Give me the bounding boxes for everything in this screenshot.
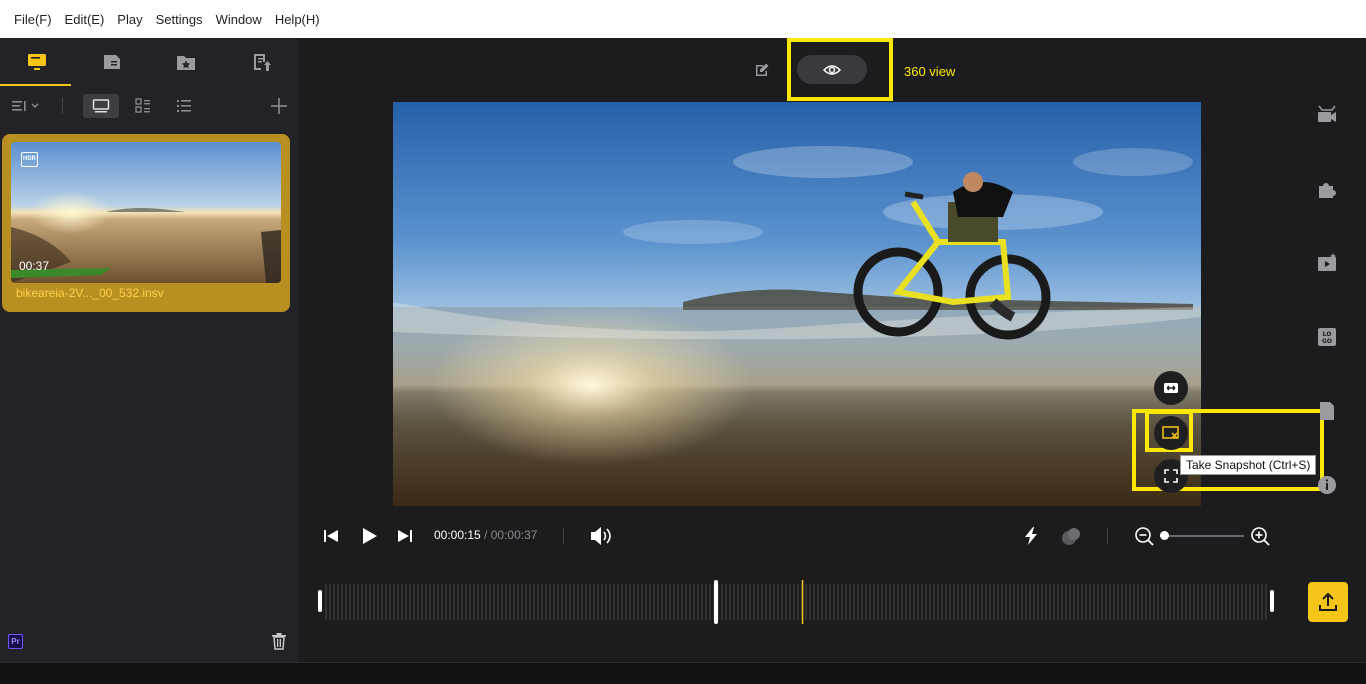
play-icon[interactable] — [360, 526, 380, 546]
next-frame-icon[interactable] — [397, 528, 413, 544]
menu-edit[interactable]: Edit(E) — [65, 12, 105, 27]
divider — [1107, 528, 1108, 544]
video-preview[interactable] — [393, 102, 1201, 506]
tab-favorites[interactable] — [149, 38, 224, 86]
timeline-waveform — [318, 580, 1274, 624]
view-mode-label: 360 view — [904, 64, 956, 79]
document-icon[interactable] — [1316, 400, 1338, 422]
fullscreen-icon — [1164, 469, 1178, 483]
timecode: 00:00:15 / 00:00:37 — [434, 528, 537, 542]
zoom-slider-handle[interactable] — [1160, 531, 1169, 540]
keyframe-icon[interactable] — [1060, 526, 1082, 546]
fit-width-button[interactable] — [1154, 371, 1188, 405]
menu-help[interactable]: Help(H) — [275, 12, 320, 27]
thumbnail-image — [11, 142, 281, 283]
media-card[interactable]: HDR 00:37 bikeareia-2V..._00_532.insv — [2, 134, 290, 312]
sort-dropdown-icon[interactable] — [12, 98, 42, 114]
take-snapshot-button[interactable] — [1154, 416, 1188, 450]
upload-icon — [1319, 592, 1337, 611]
media-thumbnail[interactable]: HDR 00:37 — [11, 142, 281, 283]
grid-view-icon[interactable] — [135, 98, 151, 114]
svg-text:LO: LO — [1323, 331, 1332, 338]
speed-icon[interactable] — [1021, 526, 1041, 546]
timeline[interactable] — [318, 580, 1276, 624]
fit-width-icon — [1164, 383, 1178, 393]
snapshot-icon — [1162, 426, 1179, 439]
library-tabs — [0, 38, 298, 86]
library-toolbar — [0, 88, 298, 124]
premiere-badge[interactable]: Pr — [8, 634, 23, 649]
divider — [62, 98, 63, 114]
camera-icon[interactable] — [1316, 104, 1338, 126]
large-thumbnail-icon — [92, 99, 110, 113]
svg-text:GO: GO — [1322, 338, 1332, 345]
add-icon[interactable] — [271, 98, 287, 114]
playhead[interactable] — [801, 580, 804, 624]
menu-file[interactable]: File(F) — [14, 12, 52, 27]
edit-icon[interactable] — [754, 62, 770, 78]
favorites-folder-icon — [177, 56, 196, 70]
trash-icon[interactable] — [270, 632, 288, 650]
media-duration: 00:37 — [19, 259, 50, 273]
monitor-icon — [28, 54, 47, 70]
list-view-icon[interactable] — [176, 98, 192, 114]
divider — [563, 528, 564, 544]
view-mode-toggle[interactable] — [797, 55, 867, 84]
zoom-out-icon[interactable] — [1134, 526, 1154, 546]
zoom-in-icon[interactable] — [1250, 526, 1270, 546]
view-large-thumbnail-button[interactable] — [83, 94, 119, 118]
hdr-badge: HDR — [21, 152, 38, 167]
eye-icon — [823, 64, 841, 75]
export-button[interactable] — [1308, 582, 1348, 622]
time-separator: / — [480, 528, 491, 542]
logo-icon[interactable]: LO GO — [1316, 326, 1338, 348]
previous-frame-icon[interactable] — [323, 528, 339, 544]
timeline-marker[interactable] — [714, 580, 718, 624]
info-icon[interactable] — [1316, 474, 1338, 496]
ai-video-icon[interactable] — [1316, 252, 1338, 274]
snapshot-tooltip: Take Snapshot (Ctrl+S) — [1180, 455, 1317, 475]
current-time: 00:00:15 — [434, 528, 481, 542]
status-bar — [0, 662, 1366, 684]
trim-end-handle[interactable] — [1270, 590, 1274, 612]
menu-play[interactable]: Play — [117, 12, 142, 27]
menu-settings[interactable]: Settings — [156, 12, 203, 27]
media-icon — [103, 55, 120, 69]
plugin-icon[interactable] — [1316, 178, 1338, 200]
menu-window[interactable]: Window — [216, 12, 262, 27]
volume-icon[interactable] — [589, 525, 613, 547]
total-time: 00:00:37 — [490, 528, 538, 542]
export-list-icon — [253, 54, 271, 71]
media-library-panel: HDR 00:37 bikeareia-2V..._00_532.insv Pr — [0, 38, 298, 662]
tab-export-list[interactable] — [224, 38, 299, 86]
trim-start-handle[interactable] — [318, 590, 322, 612]
media-filename: bikeareia-2V..._00_532.insv — [16, 286, 164, 300]
tab-media[interactable] — [75, 38, 150, 86]
video-frame — [393, 102, 1201, 506]
zoom-slider-track — [1160, 535, 1244, 537]
tab-monitor[interactable] — [0, 38, 75, 86]
zoom-slider[interactable] — [1160, 531, 1244, 540]
menu-bar: File(F) Edit(E) Play Settings Window Hel… — [0, 0, 1366, 38]
